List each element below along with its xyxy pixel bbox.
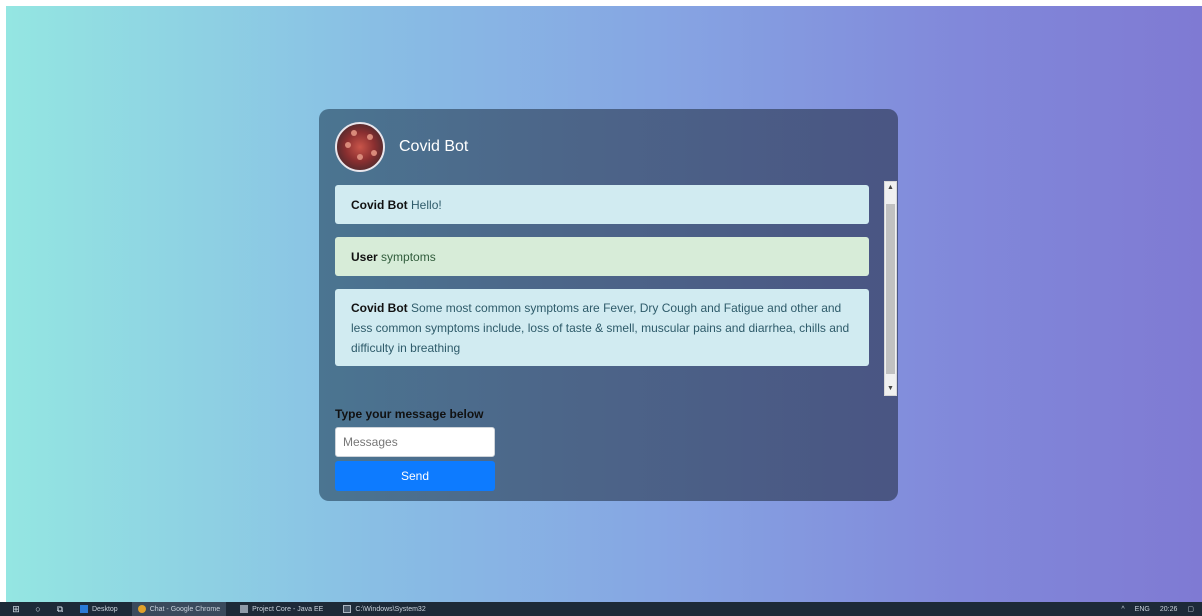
taskbar-item-chrome[interactable]: Chat - Google Chrome: [131, 602, 227, 616]
chat-header: Covid Bot: [335, 121, 468, 173]
windows-icon[interactable]: ⊞: [10, 604, 22, 614]
taskbar-item-terminal[interactable]: C:\Windows\System32: [337, 602, 431, 616]
chevron-up-icon[interactable]: ^: [1121, 606, 1124, 613]
chat-card: Covid Bot Covid Bot Hello! User symptoms…: [319, 109, 898, 501]
message-sender: User: [351, 250, 378, 264]
taskbar-item-desktop[interactable]: Desktop: [74, 602, 124, 616]
message-text: symptoms: [381, 250, 436, 264]
page-background: Covid Bot Covid Bot Hello! User symptoms…: [6, 6, 1202, 602]
search-icon[interactable]: ○: [32, 604, 44, 614]
message-text: Some most common symptoms are Fever, Dry…: [351, 301, 850, 355]
scroll-up-icon[interactable]: ▲: [885, 182, 896, 194]
clock[interactable]: 20:26: [1160, 606, 1178, 613]
send-button[interactable]: Send: [335, 461, 495, 491]
language-indicator[interactable]: ENG: [1135, 606, 1150, 613]
taskbar: ⊞ ○ ⧉ Desktop Chat - Google Chrome Proje…: [0, 602, 1202, 616]
chrome-icon: [137, 605, 146, 613]
message-list: Covid Bot Hello! User symptoms Covid Bot…: [335, 185, 869, 397]
terminal-icon: [343, 605, 352, 613]
system-tray: ^ ENG 20:26 ▢: [1121, 602, 1194, 616]
message-bubble: User symptoms: [335, 237, 869, 276]
bot-avatar: [335, 122, 385, 172]
message-text: Hello!: [411, 198, 442, 212]
message-input[interactable]: [335, 427, 495, 457]
message-sender: Covid Bot: [351, 301, 408, 315]
scroll-down-icon[interactable]: ▼: [885, 383, 896, 395]
scroll-thumb[interactable]: [886, 204, 895, 374]
message-sender: Covid Bot: [351, 198, 408, 212]
message-bubble: Covid Bot Hello!: [335, 185, 869, 224]
input-label: Type your message below: [335, 407, 484, 421]
message-bubble: Covid Bot Some most common symptoms are …: [335, 289, 869, 366]
bot-name: Covid Bot: [399, 138, 469, 155]
taskbar-item-ide[interactable]: Project Core - Java EE: [234, 602, 329, 616]
ide-icon: [240, 605, 249, 613]
notification-icon[interactable]: ▢: [1187, 605, 1194, 613]
message-scrollbar[interactable]: ▲ ▼: [884, 181, 897, 396]
task-view-icon[interactable]: ⧉: [54, 604, 66, 614]
